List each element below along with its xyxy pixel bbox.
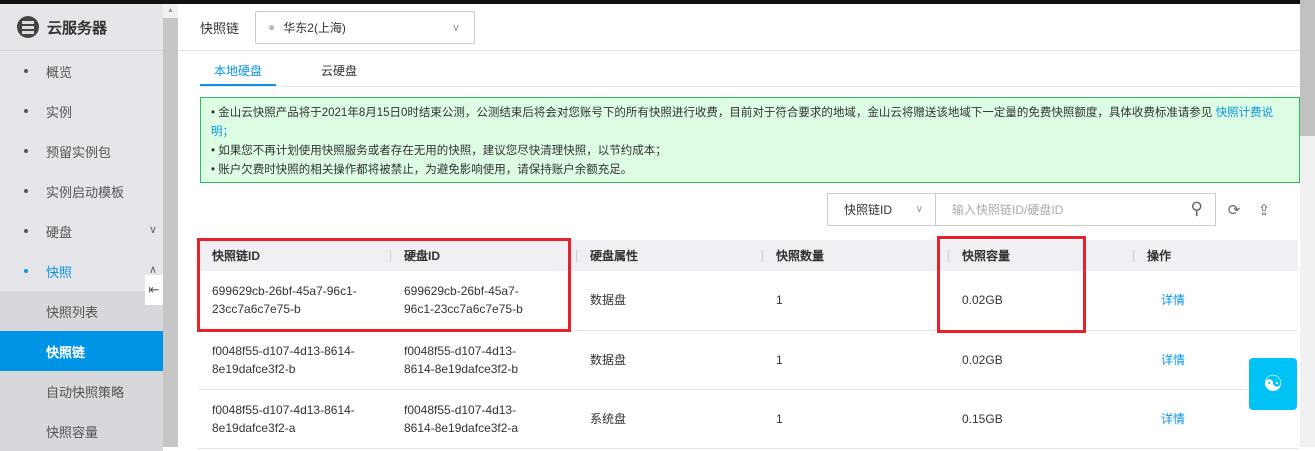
disk-id-cell: f0048f55-d107-4d13-8614-8e19dafce3f2-a	[390, 389, 576, 449]
label: 概览	[46, 64, 73, 80]
label: 实例	[46, 104, 73, 120]
col-count: 快照数量	[762, 240, 948, 271]
sidebar-item-templates[interactable]: 实例启动模板	[0, 171, 163, 211]
sidebar-subitem-snapshot-chain[interactable]: 快照链	[0, 331, 163, 371]
sidebar-scrollbar[interactable]: ▲	[163, 4, 178, 447]
search-icon[interactable]: ⚲	[1191, 199, 1203, 219]
notice-banner: • 金山云快照产品将于2021年8月15日0时结束公测，公测结束后将会对您账号下…	[200, 97, 1300, 183]
sidebar-subitem-capacity[interactable]: 快照容量	[0, 411, 163, 451]
chain-id-cell: f0048f55-d107-4d13-8614-8e19dafce3f2-a	[198, 389, 390, 449]
notice-line: 如果您不再计划使用快照服务或者存在无用的快照，建议您尽快清理快照，以节约成本；	[218, 145, 667, 157]
page-scrollbar[interactable]	[1300, 0, 1315, 447]
customer-service-icon[interactable]: ☯	[1249, 358, 1297, 410]
label: 实例启动模板	[46, 184, 125, 200]
sidebar-item-overview[interactable]: 概览	[0, 51, 163, 91]
disk-attr-cell: 数据盘	[576, 330, 762, 390]
region-select[interactable]: ● 华东2(上海) ∨	[255, 10, 476, 44]
table-row: f0048f55-d107-4d13-8614-8e19dafce3f2-a f0…	[198, 389, 1298, 449]
details-link[interactable]: 详情	[1161, 412, 1185, 426]
sidebar-item-disks[interactable]: 硬盘 ∨	[0, 211, 163, 251]
filter-select[interactable]: 快照链ID ∨	[827, 193, 936, 226]
capacity-cell: 0.15GB	[948, 389, 1133, 449]
chevron-down-icon: ∨	[915, 204, 923, 215]
sidebar-subitem-auto-policy[interactable]: 自动快照策略	[0, 371, 163, 411]
col-disk-attr: 硬盘属性	[576, 240, 762, 271]
disk-id-cell: f0048f55-d107-4d13-8614-8e19dafce3f2-b	[390, 330, 576, 390]
chain-id-cell: f0048f55-d107-4d13-8614-8e19dafce3f2-b	[198, 330, 390, 390]
search-input[interactable]	[952, 202, 1172, 217]
label: 快照	[46, 264, 73, 280]
disk-tabs: 本地硬盘 云硬盘	[200, 56, 1300, 87]
table-row: f0048f55-d107-4d13-8614-8e19dafce3f2-b f0…	[198, 330, 1298, 390]
scroll-up-icon[interactable]: ▲	[163, 4, 178, 18]
export-icon[interactable]: ⇪	[1252, 201, 1276, 219]
page-title: 快照链	[200, 20, 240, 36]
col-actions: 操作	[1133, 240, 1298, 271]
label: 预留实例包	[46, 144, 112, 160]
toolbar: 快照链ID ∨ ⚲ ⟳ ⇪	[827, 193, 1276, 226]
capacity-cell: 0.02GB	[948, 330, 1133, 390]
highlight-box-capacity	[937, 236, 1086, 333]
sidebar-item-instances[interactable]: 实例	[0, 91, 163, 131]
notice-line: 金山云快照产品将于2021年8月15日0时结束公测，公测结束后将会对您账号下的所…	[218, 107, 1216, 119]
sidebar-item-snapshots[interactable]: 快照 ∧	[0, 251, 163, 291]
highlight-box-ids	[197, 238, 571, 332]
location-pin-icon: ●	[268, 20, 276, 34]
details-link[interactable]: 详情	[1161, 293, 1185, 307]
sidebar-item-reserved[interactable]: 预留实例包	[0, 131, 163, 171]
sidebar-subitem-snapshot-list[interactable]: 快照列表	[0, 291, 163, 331]
disk-attr-cell: 系统盘	[576, 389, 762, 449]
count-cell: 1	[762, 389, 948, 449]
filter-value: 快照链ID	[844, 203, 893, 217]
refresh-icon[interactable]: ⟳	[1222, 201, 1246, 219]
tab-cloud-disk[interactable]: 云硬盘	[301, 56, 377, 86]
actions-cell: 详情	[1133, 271, 1298, 331]
search-box: ⚲	[936, 193, 1216, 226]
tab-local-disk[interactable]: 本地硬盘	[200, 56, 276, 86]
server-icon	[17, 16, 39, 38]
collapse-sidebar-icon[interactable]: ⇤	[145, 275, 163, 305]
chevron-down-icon: ∨	[451, 21, 461, 34]
label: 硬盘	[46, 224, 73, 240]
region-value: 华东2(上海)	[283, 20, 346, 35]
sidebar-title: 云服务器	[47, 19, 108, 37]
count-cell: 1	[762, 330, 948, 390]
header: 快照链 ● 华东2(上海) ∨	[178, 4, 1300, 51]
details-link[interactable]: 详情	[1161, 353, 1185, 367]
sidebar: 云服务器 概览 实例 预留实例包 实例启动模板 硬盘 ∨ 快照 ∧ 快照列表 快照链…	[0, 4, 163, 451]
sidebar-brand: 云服务器	[0, 4, 163, 51]
notice-line: 账户欠费时快照的相关操作都将被禁止，为避免影响使用，请保持账户余额充足。	[218, 164, 633, 176]
chevron-down-icon: ∨	[148, 224, 157, 236]
count-cell: 1	[762, 271, 948, 331]
disk-attr-cell: 数据盘	[576, 271, 762, 331]
